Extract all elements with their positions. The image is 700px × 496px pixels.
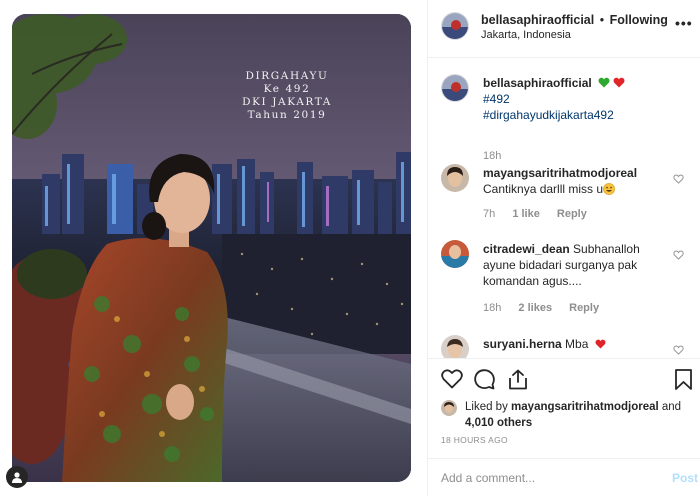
grinning-face-icon — [603, 183, 615, 195]
comment-likes[interactable]: 2 likes — [518, 302, 552, 314]
reply-button[interactable]: Reply — [569, 302, 599, 314]
author-avatar[interactable] — [441, 12, 469, 40]
tagged-users-button[interactable] — [6, 466, 28, 488]
commenter-username[interactable]: suryani.herna — [483, 337, 562, 351]
commenter-avatar[interactable] — [441, 240, 469, 268]
caption-body: bellasaphiraofficial #492 #dirgahayudkij… — [483, 75, 663, 123]
post-photo[interactable]: DIRGAHAYU Ke 492 DKI JAKARTA Tahun 2019 — [12, 14, 411, 482]
overlay-line-4: Tahun 2019 — [247, 109, 327, 121]
comment-time[interactable]: 7h — [483, 208, 495, 220]
author-username[interactable]: bellasaphiraofficial — [481, 13, 594, 27]
author-line: bellasaphiraofficial • Following — [481, 13, 668, 27]
overlay-line-3: DKI JAKARTA — [242, 96, 332, 108]
overlay-line-1: DIRGAHAYU — [245, 70, 329, 82]
comment-meta: 7h 1 like Reply — [483, 208, 601, 220]
media-panel: DIRGAHAYU Ke 492 DKI JAKARTA Tahun 2019 — [0, 0, 427, 496]
commenter-avatar[interactable] — [441, 164, 469, 192]
red-heart-icon — [613, 77, 625, 88]
comment-bubble-icon[interactable] — [474, 369, 495, 390]
green-heart-icon — [598, 77, 610, 88]
like-heart-icon[interactable] — [441, 369, 463, 389]
commenter-avatar[interactable] — [441, 335, 469, 358]
comment-text: Mba — [565, 337, 589, 351]
comment-time[interactable]: 18h — [483, 302, 501, 314]
comments-list[interactable]: bellasaphiraofficial #492 #dirgahayudkij… — [428, 58, 700, 358]
photo-text-overlay: DIRGAHAYU Ke 492 DKI JAKARTA Tahun 2019 — [217, 70, 357, 122]
red-heart-icon — [595, 339, 606, 349]
reply-button[interactable]: Reply — [557, 208, 587, 220]
liked-by-user[interactable]: mayangsaritrihatmodjoreal — [511, 401, 659, 413]
following-button[interactable]: Following — [610, 13, 668, 27]
caption-username[interactable]: bellasaphiraofficial — [483, 76, 592, 90]
post-timestamp[interactable]: 18 HOURS AGO — [441, 435, 508, 445]
share-icon[interactable] — [508, 369, 528, 390]
user-icon — [12, 472, 22, 483]
post-comment-button[interactable]: Post — [672, 471, 698, 485]
post-actions: Liked by mayangsaritrihatmodjoreal and 4… — [428, 358, 700, 458]
post-side-panel: bellasaphiraofficial • Following Jakarta… — [427, 0, 700, 496]
caption-meta: 18h — [483, 150, 515, 162]
commenter-username[interactable]: mayangsaritrihatmodjoreal — [483, 166, 637, 180]
like-comment-heart-icon[interactable] — [673, 250, 684, 260]
comment-input[interactable] — [441, 468, 641, 488]
comment-body: mayangsaritrihatmodjoreal Cantiknya darl… — [483, 165, 663, 197]
add-comment-bar: Post — [428, 458, 700, 496]
like-comment-heart-icon[interactable] — [673, 345, 684, 355]
like-comment-heart-icon[interactable] — [673, 174, 684, 184]
hashtag-492[interactable]: #492 — [483, 91, 663, 107]
bookmark-icon[interactable] — [675, 369, 692, 390]
likes-count[interactable]: 4,010 others — [465, 417, 532, 429]
overlay-line-2: Ke 492 — [263, 83, 311, 95]
comment-body: citradewi_dean Subhanalloh ayune bidadar… — [483, 241, 663, 289]
comment-likes[interactable]: 1 like — [512, 208, 540, 220]
commenter-username[interactable]: citradewi_dean — [483, 242, 570, 256]
liked-and: and — [661, 401, 682, 413]
caption-author-avatar[interactable] — [441, 74, 469, 102]
post-modal: DIRGAHAYU Ke 492 DKI JAKARTA Tahun 2019 — [0, 0, 700, 496]
hashtag-dirgahayudkijakarta492[interactable]: #dirgahayudkijakarta492 — [483, 107, 663, 123]
comment-text: Cantiknya darlll miss u — [483, 182, 604, 196]
more-options-icon[interactable]: ••• — [675, 15, 693, 31]
post-location[interactable]: Jakarta, Indonesia — [481, 29, 571, 41]
liked-by-prefix: Liked by — [465, 401, 508, 413]
caption-time[interactable]: 18h — [483, 150, 501, 162]
comment-body: suryani.herna Mba — [483, 336, 663, 352]
post-header: bellasaphiraofficial • Following Jakarta… — [428, 0, 700, 58]
liker-avatar[interactable] — [441, 400, 457, 416]
separator-dot: • — [599, 13, 605, 27]
likes-summary: Liked by mayangsaritrihatmodjoreal and 4… — [441, 399, 691, 431]
comment-meta: 18h 2 likes Reply — [483, 302, 613, 314]
